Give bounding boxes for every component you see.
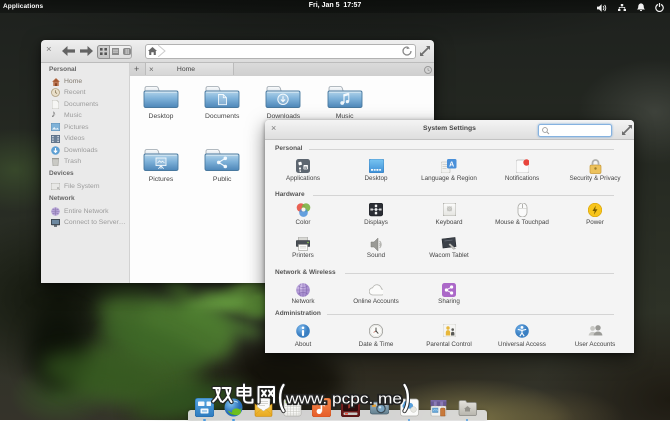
svg-text:www. pcpc. me: www. pcpc. me bbox=[285, 391, 402, 408]
svg-text:A: A bbox=[449, 161, 454, 168]
svg-text:B: B bbox=[304, 165, 307, 170]
